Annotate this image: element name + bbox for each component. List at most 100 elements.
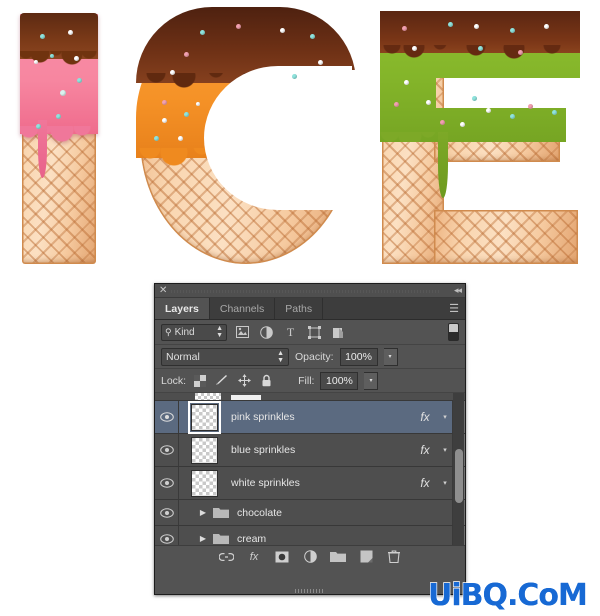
layer-list[interactable]: pink sprinkles fx ▾ blue sprinkles fx ▾	[155, 393, 465, 545]
letter-e-icing-drip	[438, 132, 448, 198]
layer-name-label[interactable]: cream	[231, 533, 452, 545]
layer-effects-fx-icon[interactable]: fx	[412, 476, 438, 490]
sprinkle	[448, 22, 453, 27]
sprinkle	[478, 46, 483, 51]
lock-image-pixels-icon[interactable]	[214, 373, 230, 389]
layer-list-scrollbar-thumb[interactable]	[455, 449, 463, 503]
fill-input[interactable]: 100%	[320, 371, 359, 390]
opacity-dropdown-arrow-icon[interactable]: ▾	[383, 347, 398, 366]
chevron-updown-icon[interactable]: ▲ ▼	[216, 325, 223, 339]
sprinkle	[474, 24, 479, 29]
sprinkle	[178, 136, 183, 141]
sprinkle	[518, 50, 523, 55]
layer-name-label[interactable]: blue sprinkles	[229, 444, 412, 456]
layer-visibility-toggle-white-sprinkles[interactable]	[155, 467, 179, 499]
sprinkle	[394, 102, 399, 107]
layer-name-label[interactable]: white sprinkles	[229, 477, 412, 489]
group-expand-arrow-icon[interactable]: ▶	[195, 508, 211, 517]
layer-visibility-toggle-pink-sprinkles[interactable]	[155, 401, 179, 433]
sprinkle	[196, 102, 200, 106]
filter-kind-select[interactable]: ⚲ Kind ▲ ▼	[161, 323, 227, 341]
layer-effects-fx-icon[interactable]: fx	[412, 410, 438, 424]
blend-mode-select[interactable]: Normal ▲ ▼	[161, 347, 289, 366]
layer-thumbnail[interactable]	[187, 400, 221, 434]
filter-enable-toggle[interactable]	[448, 323, 459, 341]
layer-thumbnail[interactable]	[190, 436, 218, 464]
layer-name-label[interactable]: pink sprinkles	[229, 411, 412, 423]
sprinkle	[412, 46, 417, 51]
layer-visibility-toggle-blue-sprinkles[interactable]	[155, 434, 179, 466]
letter-c-aperture-notch	[270, 70, 356, 206]
sprinkle	[280, 28, 285, 33]
panel-tabbar: Layers Channels Paths ☰	[155, 298, 465, 320]
layer-visibility-toggle-chocolate[interactable]	[155, 500, 179, 525]
sprinkle	[440, 120, 445, 125]
layer-thumbnail-cell[interactable]	[179, 400, 229, 434]
new-adjustment-layer-button[interactable]	[302, 549, 318, 565]
search-icon: ⚲	[165, 326, 172, 337]
lock-label: Lock:	[161, 374, 187, 387]
sprinkle	[162, 100, 167, 105]
layer-row-chocolate-group[interactable]: ▶ chocolate	[155, 500, 465, 526]
sprinkle	[60, 90, 66, 96]
layer-style-fx-button[interactable]: fx	[246, 549, 262, 565]
letter-i-chocolate-topping	[20, 13, 98, 77]
layer-thumbnail[interactable]	[190, 469, 218, 497]
filter-pixel-layers-icon[interactable]	[234, 324, 251, 341]
layer-row-pink-sprinkles[interactable]: pink sprinkles fx ▾	[155, 400, 465, 434]
filter-type-layers-icon[interactable]: T	[282, 324, 299, 341]
delete-layer-button[interactable]	[386, 549, 402, 565]
layer-visibility-toggle-cream[interactable]	[155, 526, 179, 545]
layer-row-partial-above[interactable]	[155, 393, 465, 401]
panel-menu-icon[interactable]: ☰	[443, 298, 465, 319]
layer-thumbnail-cell[interactable]	[179, 469, 229, 497]
sprinkle	[552, 110, 557, 115]
collapse-to-icons-icon[interactable]: ◂◂	[454, 285, 462, 296]
sprinkle	[50, 54, 54, 58]
lock-transparent-pixels-icon[interactable]	[192, 373, 208, 389]
new-layer-button[interactable]	[358, 549, 374, 565]
ice-cream-letter-e	[380, 11, 580, 264]
sprinkle	[68, 30, 73, 35]
sprinkle	[486, 108, 491, 113]
sprinkle	[74, 56, 79, 61]
layer-name-label[interactable]: chocolate	[231, 507, 452, 519]
sprinkle	[162, 118, 167, 123]
layer-row-blue-sprinkles[interactable]: blue sprinkles fx ▾	[155, 434, 465, 467]
fill-dropdown-arrow-icon[interactable]: ▾	[364, 371, 379, 390]
layer-thumbnail-cell[interactable]	[179, 436, 229, 464]
photoshop-layers-panel: ✕ ◂◂ Layers Channels Paths ☰ ⚲ Kind ▲ ▼ T	[154, 283, 466, 595]
layer-effects-expand-icon[interactable]: ▾	[438, 446, 452, 454]
close-icon[interactable]: ✕	[159, 285, 167, 296]
lock-position-icon[interactable]	[236, 373, 252, 389]
tab-paths[interactable]: Paths	[275, 298, 324, 319]
letter-e-waffle-arm-bottom	[434, 210, 578, 264]
folder-icon	[211, 507, 231, 519]
watermark-text: UiBQ.CoM	[427, 577, 588, 614]
new-group-button[interactable]	[330, 549, 346, 565]
layer-effects-expand-icon[interactable]: ▾	[438, 479, 452, 487]
add-layer-mask-button[interactable]	[274, 549, 290, 565]
layer-row-white-sprinkles[interactable]: white sprinkles fx ▾	[155, 467, 465, 500]
filter-smart-objects-icon[interactable]	[330, 324, 347, 341]
chevron-updown-icon[interactable]: ▲ ▼	[277, 350, 284, 364]
opacity-input[interactable]: 100%	[339, 347, 378, 366]
ice-cream-letter-c	[136, 7, 356, 264]
layer-row-cream-group[interactable]: ▶ cream	[155, 526, 465, 545]
tab-channels[interactable]: Channels	[210, 298, 276, 319]
blend-mode-value: Normal	[166, 350, 200, 363]
tab-layers[interactable]: Layers	[155, 298, 210, 319]
sprinkle	[310, 34, 315, 39]
layer-effects-fx-icon[interactable]: fx	[412, 443, 438, 457]
filter-adjustment-layers-icon[interactable]	[258, 324, 275, 341]
layer-list-scrollbar[interactable]	[453, 393, 464, 545]
link-layers-button[interactable]	[218, 549, 234, 565]
filter-shape-layers-icon[interactable]	[306, 324, 323, 341]
panel-resize-grip[interactable]	[295, 589, 325, 593]
lock-all-icon[interactable]	[258, 373, 274, 389]
group-expand-arrow-icon[interactable]: ▶	[195, 534, 211, 543]
opacity-label: Opacity:	[295, 350, 334, 363]
layer-effects-expand-icon[interactable]: ▾	[438, 413, 452, 421]
sprinkle	[544, 24, 549, 29]
panel-drag-grip[interactable]	[171, 290, 439, 293]
